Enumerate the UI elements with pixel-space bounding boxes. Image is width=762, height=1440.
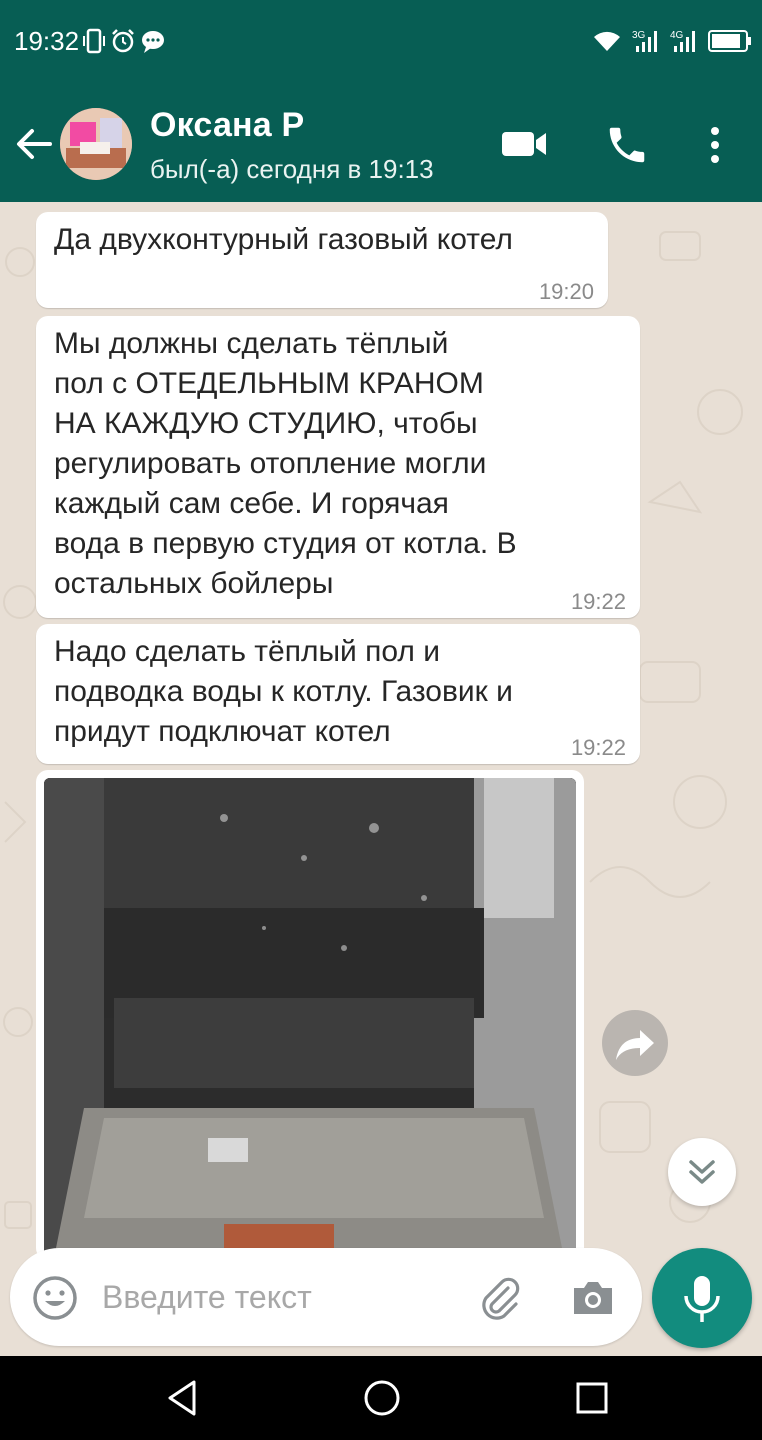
microphone-icon bbox=[684, 1276, 720, 1322]
forward-arrow-icon bbox=[616, 1030, 654, 1060]
photo-thumbnail[interactable] bbox=[44, 778, 576, 1258]
voice-message-button[interactable] bbox=[652, 1248, 752, 1348]
forward-button[interactable] bbox=[602, 1010, 668, 1076]
overflow-menu-button[interactable] bbox=[700, 122, 730, 168]
message-text: Надо сделать тёплый пол и подводка воды … bbox=[54, 635, 513, 748]
emoji-icon bbox=[33, 1276, 77, 1320]
last-seen-status: был(-а) сегодня в 19:13 bbox=[150, 154, 434, 184]
signal-4g-icon: 4G bbox=[670, 30, 695, 52]
signal-3g-icon: 3G bbox=[632, 30, 657, 52]
square-recents-icon bbox=[576, 1382, 608, 1414]
message-time: 19:20 bbox=[538, 279, 594, 304]
incoming-message[interactable]: Да двухконтурный газовый котел 19:20 bbox=[36, 212, 608, 308]
back-button[interactable] bbox=[12, 122, 56, 166]
nav-back-button[interactable] bbox=[162, 1376, 202, 1420]
signal-4g-label: 4G bbox=[670, 30, 684, 41]
scroll-to-bottom-button[interactable] bbox=[668, 1138, 736, 1206]
chat-messages-area[interactable]: Да двухконтурный газовый котел 19:20 Мы … bbox=[0, 202, 762, 1356]
wifi-icon bbox=[594, 31, 620, 51]
system-navigation-bar bbox=[0, 1356, 762, 1440]
status-left-icons bbox=[82, 28, 166, 54]
message-text: Да двухконтурный газовый котел bbox=[54, 223, 513, 256]
photo-image bbox=[44, 778, 576, 1258]
contact-avatar[interactable] bbox=[60, 108, 132, 180]
paperclip-icon bbox=[482, 1277, 520, 1320]
signal-3g-label: 3G bbox=[632, 30, 646, 41]
message-composer bbox=[10, 1248, 642, 1346]
attach-button[interactable] bbox=[476, 1274, 522, 1320]
triangle-back-icon bbox=[168, 1380, 196, 1416]
arrow-left-icon bbox=[17, 129, 52, 159]
voice-call-button[interactable] bbox=[604, 122, 650, 168]
nav-recent-apps-button[interactable] bbox=[572, 1378, 612, 1418]
nav-home-button[interactable] bbox=[360, 1376, 404, 1420]
battery-icon bbox=[708, 30, 751, 52]
status-right-icons: 3G 4G bbox=[592, 28, 752, 54]
video-camera-icon bbox=[502, 132, 546, 156]
camera-icon bbox=[574, 1282, 612, 1314]
status-time: 19:32 bbox=[14, 26, 80, 56]
message-text: Мы должны сделать тёплый пол с ОТЕДЕЛЬНЫ… bbox=[54, 327, 517, 600]
avatar-image bbox=[60, 108, 132, 180]
message-time: 19:22 bbox=[570, 589, 626, 614]
alarm-icon bbox=[112, 29, 134, 53]
circle-home-icon bbox=[364, 1380, 400, 1416]
video-call-button[interactable] bbox=[500, 124, 550, 164]
message-input[interactable] bbox=[102, 1272, 462, 1322]
chat-notification-icon bbox=[142, 31, 164, 53]
status-bar: 19:32 3G 4G bbox=[0, 0, 762, 86]
chat-header: Оксана Р был(-а) сегодня в 19:13 bbox=[0, 86, 762, 202]
double-chevron-down-icon bbox=[689, 1160, 715, 1184]
incoming-message[interactable]: Надо сделать тёплый пол и подводка воды … bbox=[36, 624, 640, 764]
incoming-photo-message[interactable] bbox=[36, 770, 584, 1260]
phone-icon bbox=[609, 127, 645, 163]
emoji-button[interactable] bbox=[32, 1275, 78, 1321]
incoming-message[interactable]: Мы должны сделать тёплый пол с ОТЕДЕЛЬНЫ… bbox=[36, 316, 640, 618]
contact-name[interactable]: Оксана Р bbox=[150, 106, 304, 145]
more-vertical-icon bbox=[711, 127, 719, 163]
message-time: 19:22 bbox=[570, 735, 626, 760]
vibrate-icon bbox=[83, 28, 105, 54]
camera-button[interactable] bbox=[570, 1276, 616, 1318]
